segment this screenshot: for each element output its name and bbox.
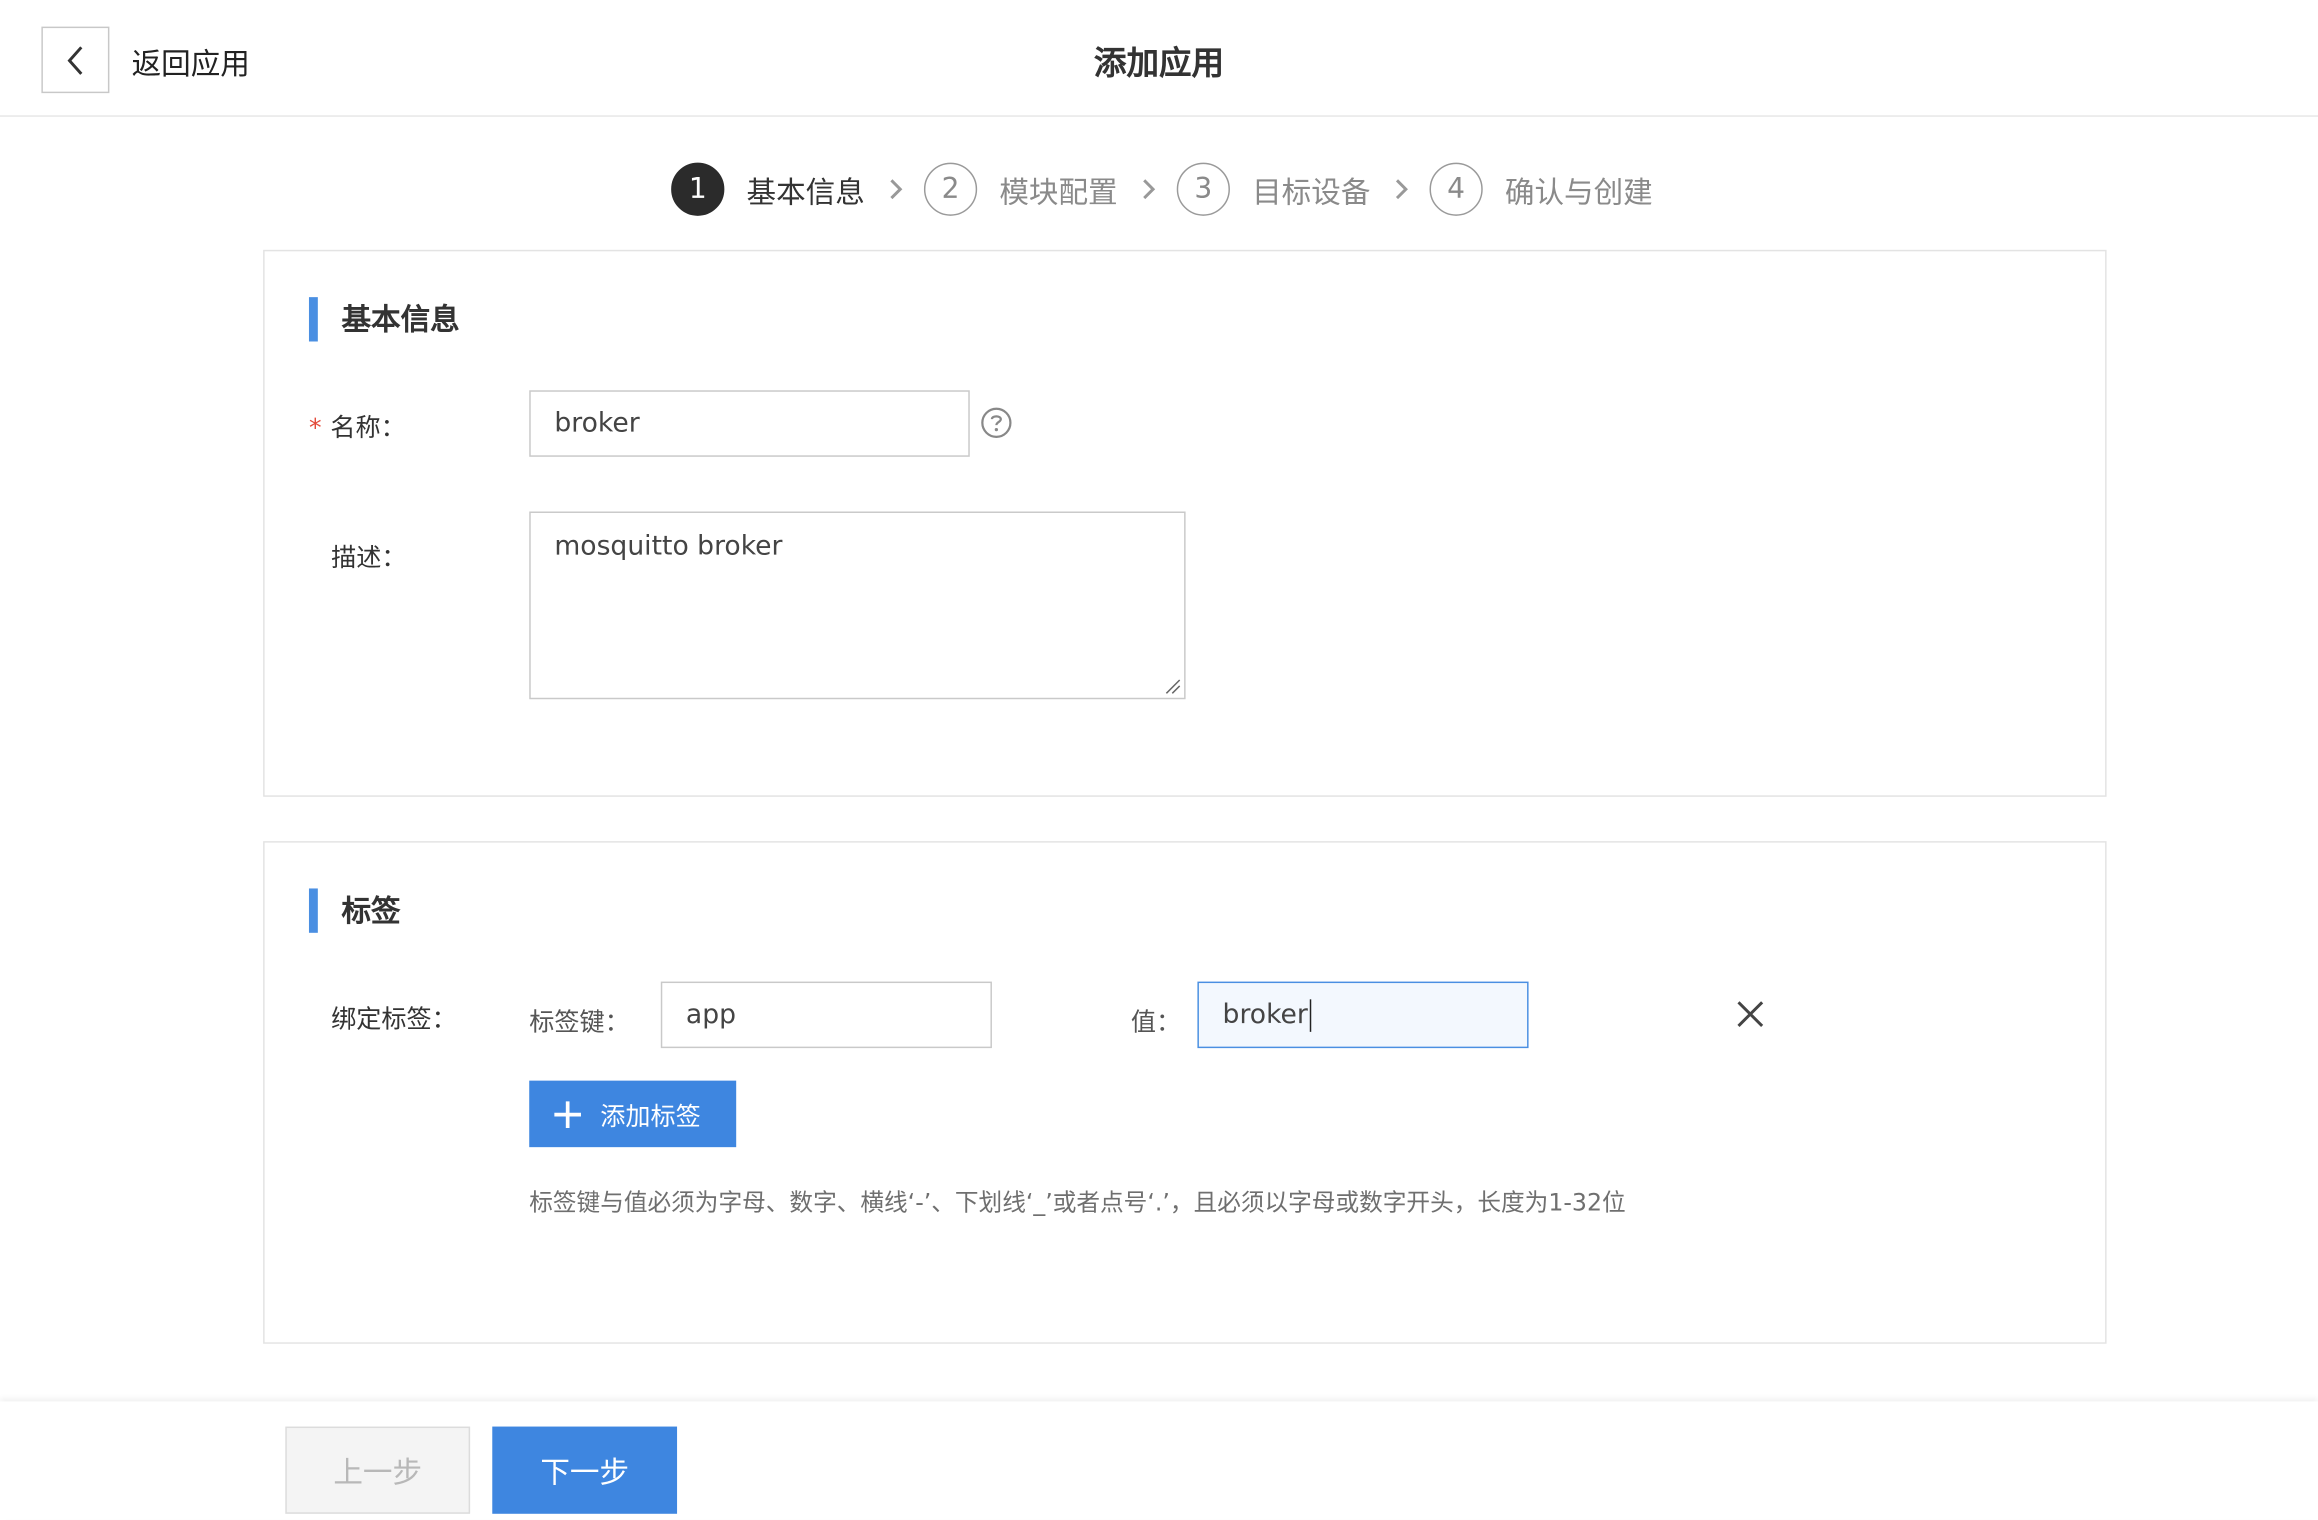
tag-key-label: 标签键： [529, 1008, 630, 1038]
resize-handle-icon[interactable] [1163, 677, 1181, 695]
description-label: 描述： [331, 544, 407, 574]
chevron-right-icon [1141, 177, 1156, 201]
step-label: 基本信息 [746, 173, 865, 210]
add-tag-label: 添加标签 [600, 1102, 701, 1133]
step-number: 3 [1176, 162, 1230, 216]
tags-title: 标签 [308, 888, 401, 933]
description-value: mosquitto broker [554, 530, 783, 562]
chevron-right-icon [888, 177, 903, 201]
description-textarea[interactable]: mosquitto broker [529, 511, 1186, 700]
step-1: 1 基本信息 [671, 162, 865, 216]
app-stage: 返回应用 添加应用 1 基本信息 2 模块配置 3 目标设备 4 确认与创建 基… [0, 0, 2318, 1520]
name-label: * 名称： [309, 407, 406, 444]
name-input[interactable]: broker [529, 390, 970, 457]
plus-icon [554, 1100, 581, 1128]
add-tag-button[interactable]: 添加标签 [529, 1080, 737, 1148]
basic-info-card: 基本信息 * 名称： broker 描述： mosquitto broker [263, 249, 2107, 797]
step-indicator: 1 基本信息 2 模块配置 3 目标设备 4 确认与创建 [671, 161, 1653, 217]
name-input-value: broker [554, 408, 640, 440]
footer-bar: 上一步 下一步 [0, 1401, 2318, 1520]
tag-rules-hint: 标签键与值必须为字母、数字、横线‘-’、下划线‘_’或者点号‘.’，且必须以字母… [529, 1188, 1626, 1217]
step-label: 模块配置 [999, 173, 1118, 210]
tag-value-label: 值： [1130, 1008, 1182, 1038]
bind-tags-label: 绑定标签： [331, 1005, 457, 1035]
step-number: 1 [671, 162, 725, 216]
step-label: 确认与创建 [1504, 173, 1653, 210]
tags-card: 标签 绑定标签： 标签键： app 值： broker 添加标签 标签键与值必须… [263, 841, 2107, 1344]
chevron-right-icon [1394, 177, 1409, 201]
basic-info-title: 基本信息 [308, 297, 460, 342]
step-label: 目标设备 [1252, 173, 1371, 210]
step-number: 2 [923, 162, 978, 216]
top-header: 返回应用 添加应用 [0, 0, 2318, 117]
step-2: 2 模块配置 [923, 162, 1118, 216]
required-mark: * [308, 413, 322, 444]
tag-value-input[interactable]: broker [1197, 981, 1529, 1049]
step-3: 3 目标设备 [1176, 162, 1371, 216]
remove-tag-icon[interactable] [1736, 999, 1766, 1029]
help-icon[interactable] [980, 407, 1013, 440]
tag-value-value: broker [1222, 999, 1308, 1031]
name-label-text: 名称： [330, 413, 406, 444]
next-step-button[interactable]: 下一步 [492, 1426, 678, 1514]
step-4: 4 确认与创建 [1429, 162, 1653, 216]
page-title: 添加应用 [1093, 45, 1225, 83]
tag-key-input[interactable]: app [660, 981, 992, 1049]
step-number: 4 [1429, 162, 1483, 216]
text-caret [1309, 998, 1312, 1032]
previous-step-button[interactable]: 上一步 [285, 1426, 471, 1514]
tag-key-value: app [685, 999, 737, 1031]
